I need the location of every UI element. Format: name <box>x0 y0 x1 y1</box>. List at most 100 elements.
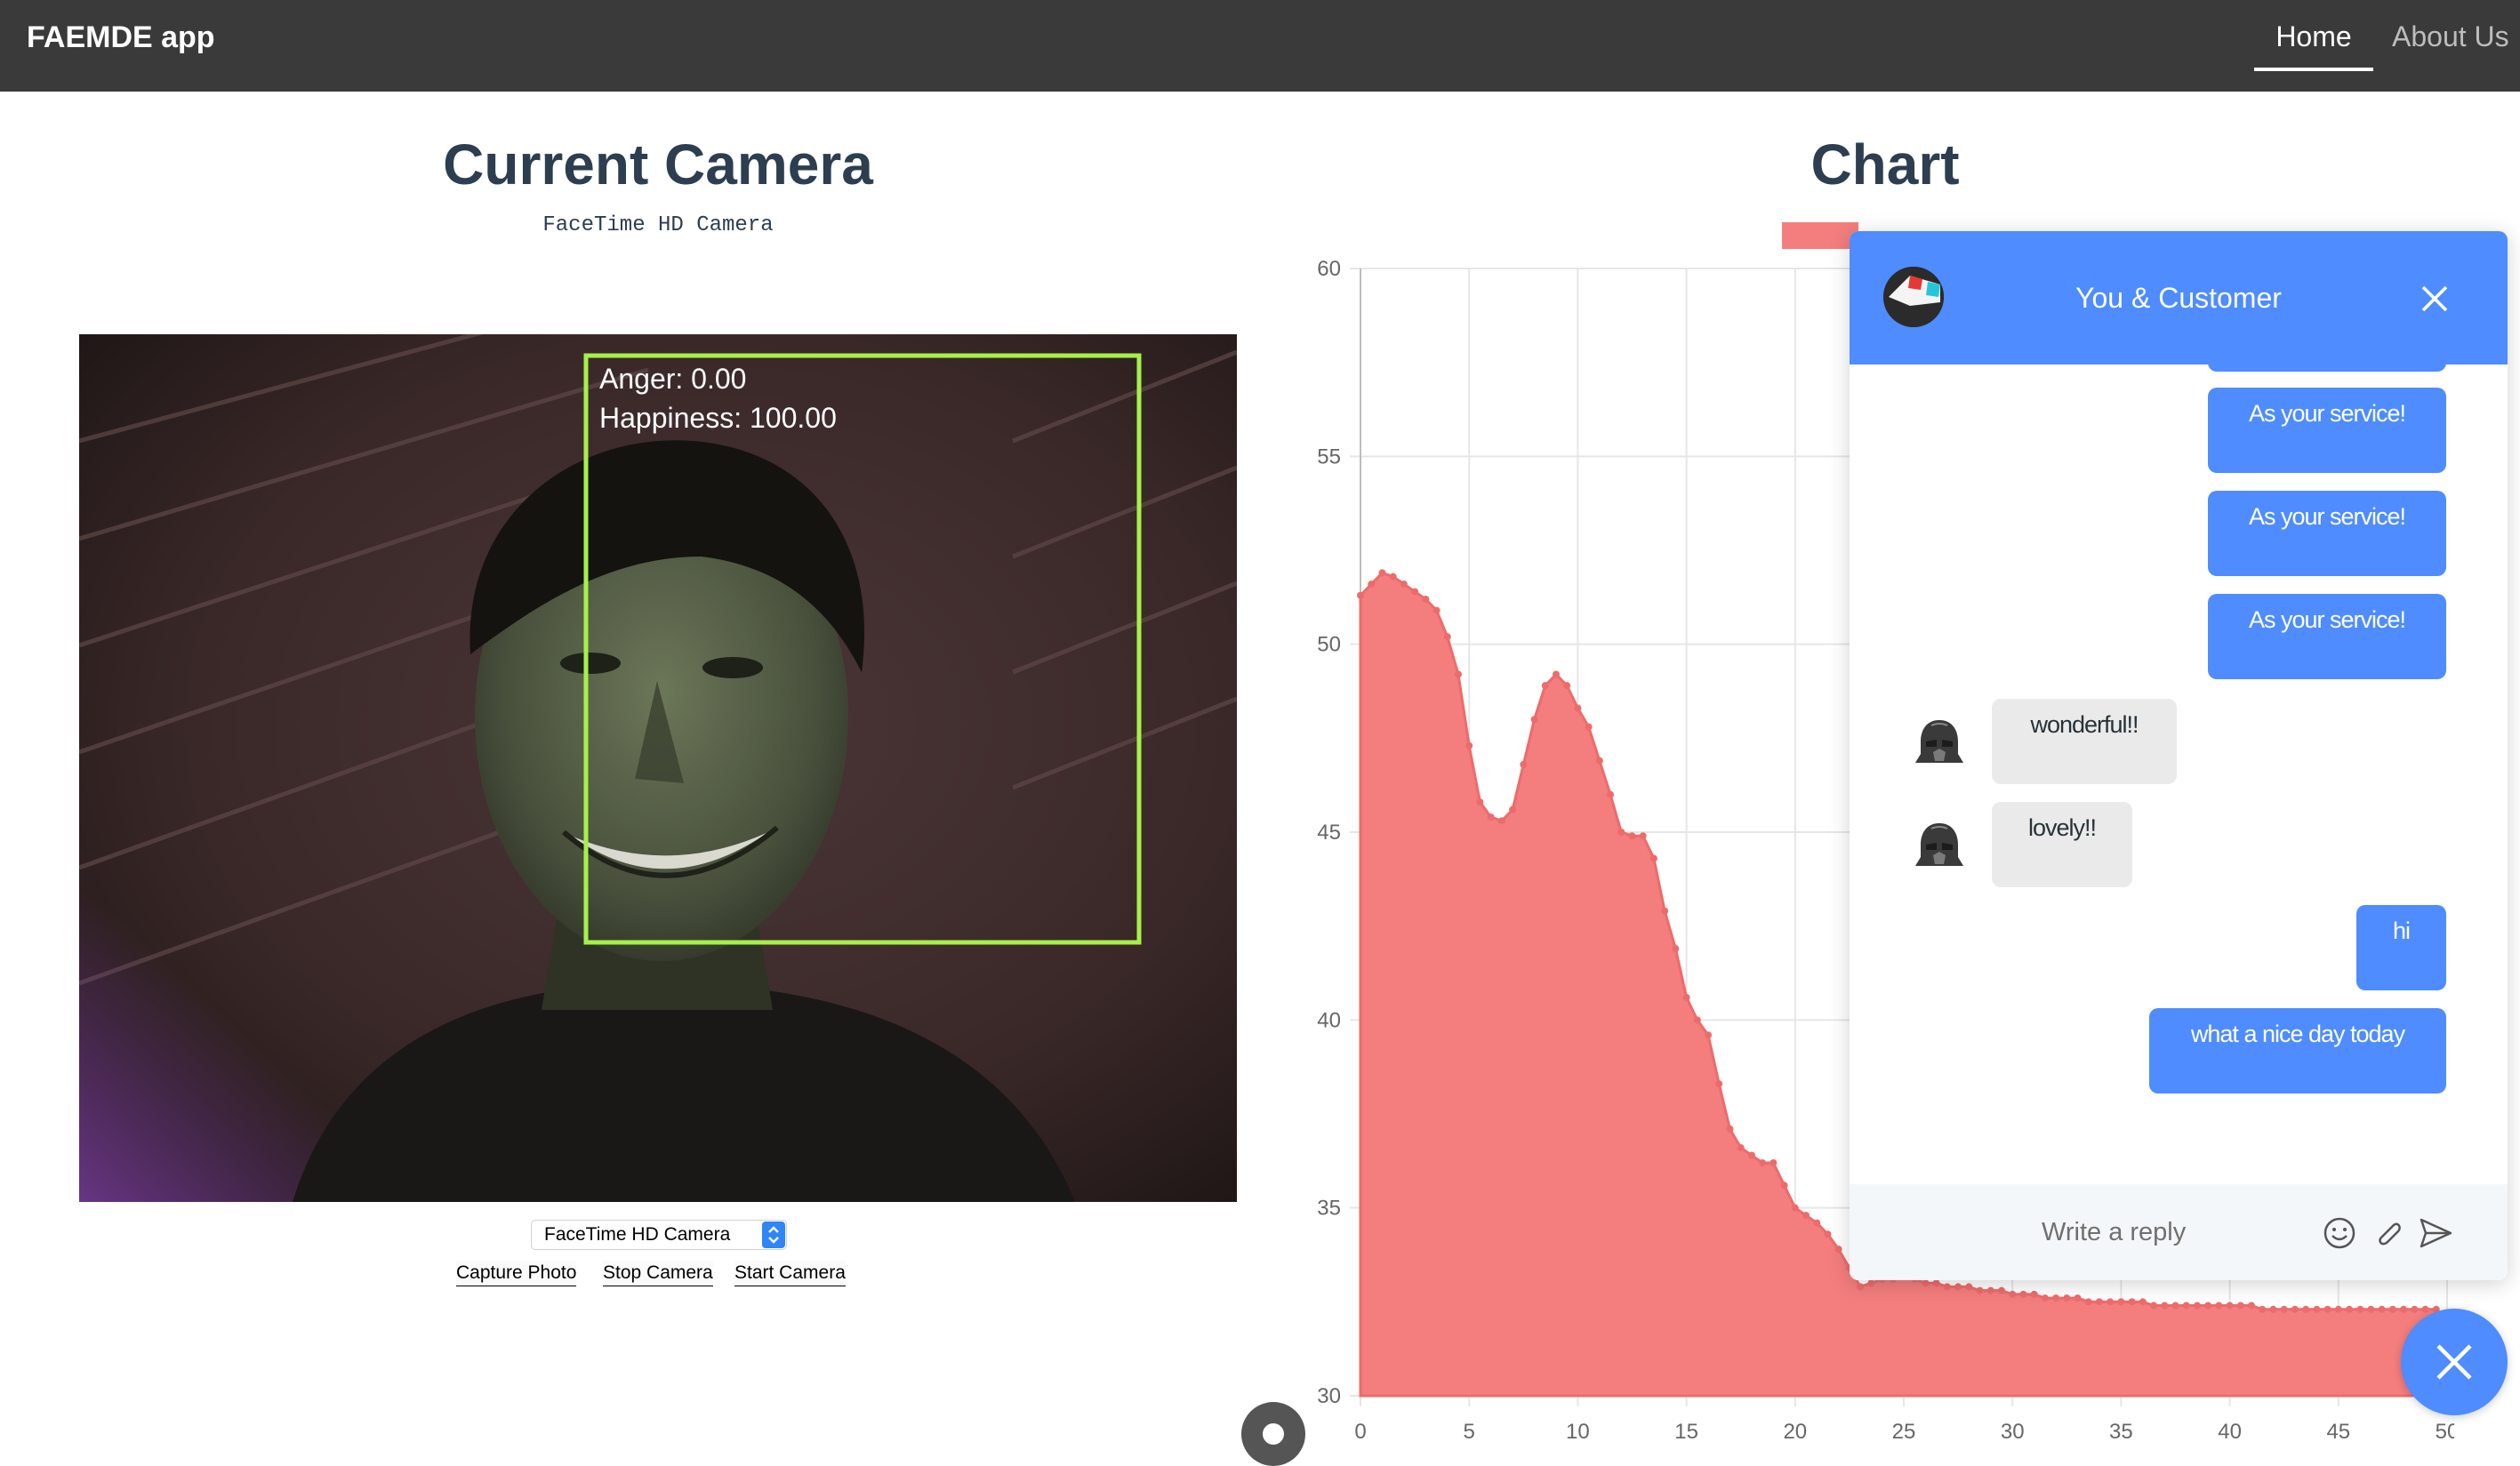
data-point <box>1454 670 1462 678</box>
data-point <box>1649 854 1657 862</box>
chat-window: You & Customer As your service! As your … <box>1850 231 2508 1280</box>
data-point <box>1530 716 1538 724</box>
data-point <box>2084 1298 2092 1306</box>
data-point <box>2009 1290 2017 1298</box>
data-point <box>1357 591 1364 599</box>
x-tick-label: 0 <box>1354 1420 1366 1444</box>
data-point <box>2323 1305 2331 1313</box>
data-point <box>2019 1290 2027 1298</box>
data-point <box>1628 832 1636 840</box>
y-tick-label: 55 <box>1317 445 1341 469</box>
data-point <box>1552 670 1560 678</box>
data-point <box>2346 1305 2354 1313</box>
start-camera-button[interactable]: Start Camera <box>734 1261 846 1286</box>
send-icon[interactable] <box>2417 1214 2454 1252</box>
capture-photo-button[interactable]: Capture Photo <box>456 1261 577 1286</box>
data-point <box>1997 1286 2005 1294</box>
x-tick-label: 35 <box>2109 1420 2133 1444</box>
data-point <box>1759 1158 1767 1166</box>
data-point <box>2215 1302 2223 1310</box>
y-tick-label: 50 <box>1317 633 1341 657</box>
data-point <box>2171 1302 2179 1310</box>
chat-toggle-button[interactable] <box>2401 1309 2508 1415</box>
data-point <box>1617 829 1625 836</box>
scroll-indicator[interactable] <box>1241 1402 1305 1466</box>
data-point <box>2074 1294 2082 1302</box>
nav-home-link[interactable]: Home <box>2254 16 2373 71</box>
x-tick-label: 45 <box>2326 1420 2350 1444</box>
data-point <box>1520 760 1528 768</box>
message-bubble-partial <box>2208 364 2446 372</box>
data-point <box>1433 606 1441 614</box>
x-tick-label: 5 <box>1464 1420 1475 1444</box>
data-point <box>1465 741 1473 749</box>
data-point <box>2236 1302 2244 1310</box>
message-bubble: As your service! <box>2208 594 2446 679</box>
data-point <box>2313 1305 2321 1313</box>
data-point <box>1378 569 1386 577</box>
data-point <box>2291 1305 2299 1313</box>
data-point <box>1509 805 1517 813</box>
close-icon <box>2436 1344 2472 1380</box>
data-point <box>1672 945 1680 953</box>
customer-avatar-icon <box>1912 818 1967 873</box>
x-tick-label: 25 <box>1892 1420 1916 1444</box>
select-arrows-icon <box>762 1222 785 1248</box>
x-tick-label: 10 <box>1566 1420 1590 1444</box>
data-point <box>1954 1283 1962 1291</box>
data-point <box>2030 1290 2038 1298</box>
data-point <box>2204 1302 2212 1310</box>
data-point <box>1834 1246 1842 1254</box>
camera-select[interactable]: FaceTime HD Camera <box>531 1220 787 1250</box>
data-point <box>1705 1031 1713 1039</box>
message-list[interactable]: As your service! As your service! As you… <box>1850 364 2508 1184</box>
data-point <box>1726 1125 1734 1133</box>
data-point <box>1682 993 1690 1001</box>
chat-title: You & Customer <box>2075 282 2282 314</box>
data-point <box>1943 1283 1951 1291</box>
data-point <box>1693 1016 1701 1024</box>
data-point <box>2128 1298 2136 1306</box>
close-icon[interactable] <box>2410 274 2460 324</box>
data-point <box>2356 1305 2364 1313</box>
attachment-icon[interactable] <box>2369 1214 2406 1252</box>
x-tick-label: 20 <box>1783 1420 1807 1444</box>
camera-heading: Current Camera <box>443 132 873 196</box>
data-point <box>1802 1212 1810 1220</box>
happiness-readout: Happiness: 100.00 <box>599 402 837 434</box>
data-point <box>1661 907 1669 915</box>
data-point <box>1400 581 1408 589</box>
data-point <box>1747 1151 1755 1159</box>
app-brand[interactable]: FAEMDE app <box>27 18 215 57</box>
camera-device-name: FaceTime HD Camera <box>542 213 774 237</box>
data-point <box>2041 1294 2049 1302</box>
data-point <box>2063 1294 2071 1302</box>
data-point <box>2388 1305 2396 1313</box>
data-point <box>1389 573 1397 581</box>
data-point <box>2182 1302 2190 1310</box>
data-point <box>2150 1302 2158 1310</box>
emoji-icon[interactable] <box>2321 1214 2358 1252</box>
data-point <box>1443 633 1451 641</box>
data-point <box>1411 588 1419 596</box>
data-point <box>1422 595 1430 603</box>
message-bubble: As your service! <box>2208 388 2446 473</box>
message-bubble: what a nice day today <box>2149 1008 2446 1093</box>
data-point <box>1813 1219 1821 1227</box>
data-point <box>1922 1279 1930 1287</box>
data-point <box>1770 1158 1778 1166</box>
data-point <box>1932 1279 1940 1287</box>
data-point <box>2269 1305 2277 1313</box>
x-tick-label: 30 <box>2001 1420 2025 1444</box>
data-point <box>2107 1298 2115 1306</box>
data-point <box>1574 704 1582 712</box>
data-point <box>1737 1144 1745 1152</box>
customer-avatar-icon <box>1912 715 1967 770</box>
data-point <box>1497 817 1505 825</box>
data-point <box>1639 832 1647 840</box>
nav-about-link[interactable]: About Us <box>2392 16 2509 57</box>
data-point <box>2259 1305 2267 1313</box>
data-point <box>2095 1298 2103 1306</box>
reply-input[interactable]: Write a reply <box>2042 1184 2186 1280</box>
stop-camera-button[interactable]: Stop Camera <box>603 1261 713 1286</box>
